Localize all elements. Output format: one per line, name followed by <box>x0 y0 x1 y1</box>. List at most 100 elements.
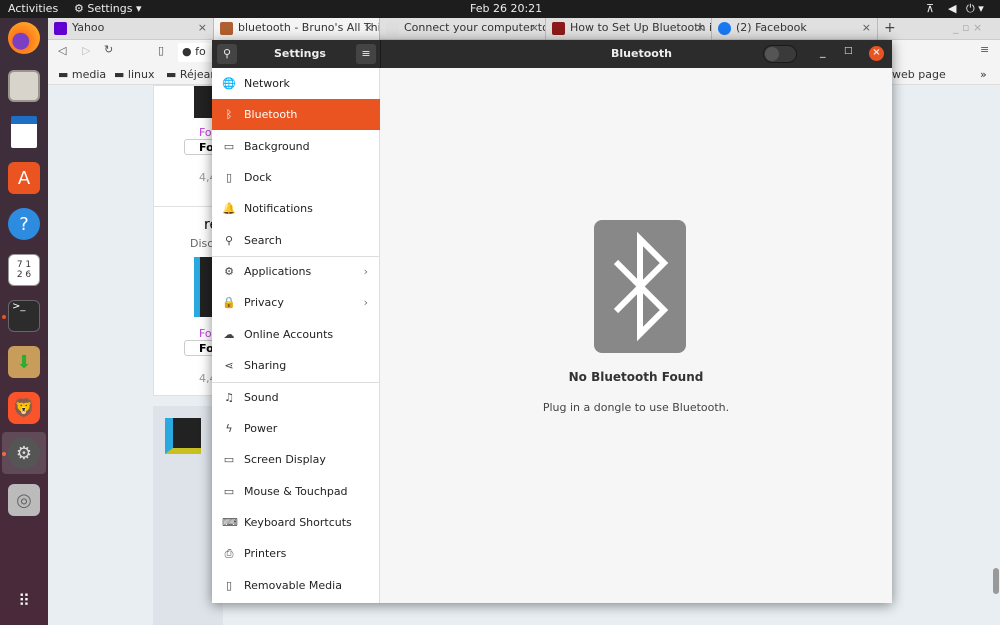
monitor-icon: ▭ <box>223 139 235 153</box>
disc-icon[interactable]: ◎ <box>8 484 40 516</box>
back-icon[interactable]: ◁ <box>58 44 66 57</box>
printer-icon: ⎙ <box>224 546 234 560</box>
close-tab-icon[interactable]: × <box>530 21 539 34</box>
sidebar-item-label: Search <box>244 233 282 247</box>
sidebar-item-mouse-touchpad[interactable]: ▭ Mouse & Touchpad <box>212 476 380 507</box>
help-icon[interactable]: ? <box>8 208 40 240</box>
app-menu-label: Settings ▾ <box>87 2 142 15</box>
sidebar-item-label: Removable Media <box>244 578 342 592</box>
app-menu[interactable]: ⚙ Settings ▾ <box>74 2 142 15</box>
tab-strip: Yahoo × bluetooth - Bruno's All Thi × Conn… <box>48 18 1000 40</box>
sidebar-item-removable-media[interactable]: ▯ Removable Media <box>212 570 380 601</box>
keyboard-icon: ⌨ <box>222 515 238 529</box>
lock-icon: 🔒 <box>222 296 236 310</box>
terminal-icon[interactable]: >_ <box>8 300 40 332</box>
app-grid-icon[interactable]: ⠿ <box>8 584 40 616</box>
tab-label: How to Set Up Bluetooth i <box>570 21 712 34</box>
tab-label: Yahoo <box>72 21 105 34</box>
sidebar-item-sound[interactable]: ♫ Sound <box>212 382 380 413</box>
sidebar-item-bluetooth[interactable]: ᛒ Bluetooth <box>212 99 380 131</box>
bluetooth-panel: No Bluetooth Found Plug in a dongle to u… <box>380 68 892 603</box>
writer-icon[interactable] <box>11 116 37 148</box>
tab-bluetooth-bruno[interactable]: bluetooth - Bruno's All Thi × <box>214 18 380 40</box>
facebook-favicon <box>718 22 731 35</box>
bookmarks-more[interactable]: » <box>980 68 987 81</box>
sidebar-item-online-accounts[interactable]: ☁ Online Accounts <box>212 319 380 350</box>
archive-icon[interactable]: ⬇ <box>8 346 40 378</box>
software-icon[interactable]: A <box>8 162 40 194</box>
files-icon[interactable] <box>8 70 40 102</box>
sidebar-item-applications[interactable]: ⚙ Applications › <box>212 256 380 287</box>
close-button[interactable]: × <box>869 46 884 61</box>
sidebar-item-background[interactable]: ▭ Background <box>212 131 380 162</box>
tab-label: Connect your computer to <box>404 21 546 34</box>
close-tab-icon[interactable]: × <box>862 21 871 34</box>
applications-icon: ⚙ <box>224 265 234 279</box>
brave-icon[interactable]: 🦁 <box>8 392 40 424</box>
network-icon[interactable]: ⊼ <box>926 2 934 15</box>
close-tab-icon[interactable]: × <box>198 21 207 34</box>
url-bar[interactable]: ● fo <box>178 43 212 62</box>
close-tab-icon[interactable]: × <box>364 21 373 34</box>
sidebar-item-label: Screen Display <box>244 453 326 467</box>
yahoo-favicon <box>54 22 67 35</box>
bookmark-folder-media[interactable]: ▬ media <box>58 68 106 81</box>
window-controls[interactable]: _ ▫ × <box>953 21 982 34</box>
sidebar-item-search[interactable]: ⚲ Search <box>212 225 380 256</box>
sidebar-item-sharing[interactable]: ⋖ Sharing <box>212 350 380 381</box>
sidebar-item-label: Sound <box>244 390 279 404</box>
bookmark-label: linux <box>127 68 155 81</box>
sidebar-item-notifications[interactable]: 🔔 Notifications <box>212 193 380 224</box>
sidebar-item-label: Background <box>244 139 310 153</box>
tab-yahoo[interactable]: Yahoo × <box>48 18 214 40</box>
sudoku-icon[interactable]: 7 12 6 <box>8 254 40 286</box>
sidebar-item-screen-display[interactable]: ▭ Screen Display <box>212 444 380 475</box>
settings-window: ⚲ Settings ≡ Bluetooth _ □ × 🌐 Network ᛒ Bl… <box>212 40 892 603</box>
chevron-right-icon: › <box>363 265 368 279</box>
new-tab-button[interactable]: + <box>884 20 896 36</box>
settings-sidebar: 🌐 Network ᛒ Bluetooth ▭ Background ▯ Dock 🔔 Notif… <box>212 68 380 603</box>
firefox-icon[interactable] <box>8 22 40 54</box>
bookmark-web-page[interactable]: web page <box>892 68 946 81</box>
bookmark-icon[interactable]: ▯ <box>158 44 164 57</box>
volume-icon[interactable]: ◀ <box>948 2 956 15</box>
cloud-icon: ☁ <box>223 327 235 341</box>
sidebar-item-privacy[interactable]: 🔒 Privacy › <box>212 287 380 318</box>
tab-connect-computer[interactable]: Connect your computer to × <box>380 18 546 40</box>
settings-icon[interactable]: ⚙ <box>8 437 40 469</box>
sidebar-item-label: Power <box>244 421 278 435</box>
sidebar-item-printers[interactable]: ⎙ Printers <box>212 538 380 569</box>
sidebar-item-label: Dock <box>244 171 272 185</box>
sidebar-item-network[interactable]: 🌐 Network <box>212 68 380 99</box>
sidebar-item-dock[interactable]: ▯ Dock <box>212 162 380 193</box>
sidebar-item-power[interactable]: ϟ Power <box>212 413 380 444</box>
tab-setup-bluetooth[interactable]: How to Set Up Bluetooth i × <box>546 18 712 40</box>
scrollbar[interactable] <box>993 568 999 594</box>
bookmark-folder-rejear[interactable]: ▬ Réjear <box>166 68 215 81</box>
tab-facebook[interactable]: (2) Facebook × <box>712 18 878 40</box>
activities-button[interactable]: Activities <box>8 2 58 15</box>
bell-icon: 🔔 <box>222 202 236 216</box>
sidebar-item-label: Notifications <box>244 202 313 216</box>
display-icon: ▭ <box>223 453 235 467</box>
bookmark-label: Réjear <box>179 68 215 81</box>
close-tab-icon[interactable]: × <box>696 21 705 34</box>
minimize-button[interactable]: _ <box>820 45 826 58</box>
forward-icon[interactable]: ▷ <box>82 44 90 57</box>
bookmark-folder-linux[interactable]: ▬ linux <box>114 68 154 81</box>
avatar <box>165 418 201 454</box>
hamburger-menu-button[interactable]: ≡ <box>356 44 376 64</box>
chevron-right-icon: › <box>363 296 368 310</box>
globe-icon: 🌐 <box>222 77 236 90</box>
panel-title: Bluetooth <box>611 47 672 60</box>
reload-icon[interactable]: ↻ <box>104 43 113 56</box>
sidebar-item-keyboard-shortcuts[interactable]: ⌨ Keyboard Shortcuts <box>212 507 380 538</box>
empty-state-subtitle: Plug in a dongle to use Bluetooth. <box>542 401 730 414</box>
clock[interactable]: Feb 26 20:21 <box>470 2 542 15</box>
search-button[interactable]: ⚲ <box>217 44 237 64</box>
bluetooth-toggle[interactable] <box>763 45 797 63</box>
maximize-button[interactable]: □ <box>844 46 853 56</box>
settings-title: Settings <box>274 47 326 60</box>
power-icon[interactable]: ⏻ ▾ <box>966 2 984 16</box>
menu-icon[interactable]: ≡ <box>980 43 989 56</box>
